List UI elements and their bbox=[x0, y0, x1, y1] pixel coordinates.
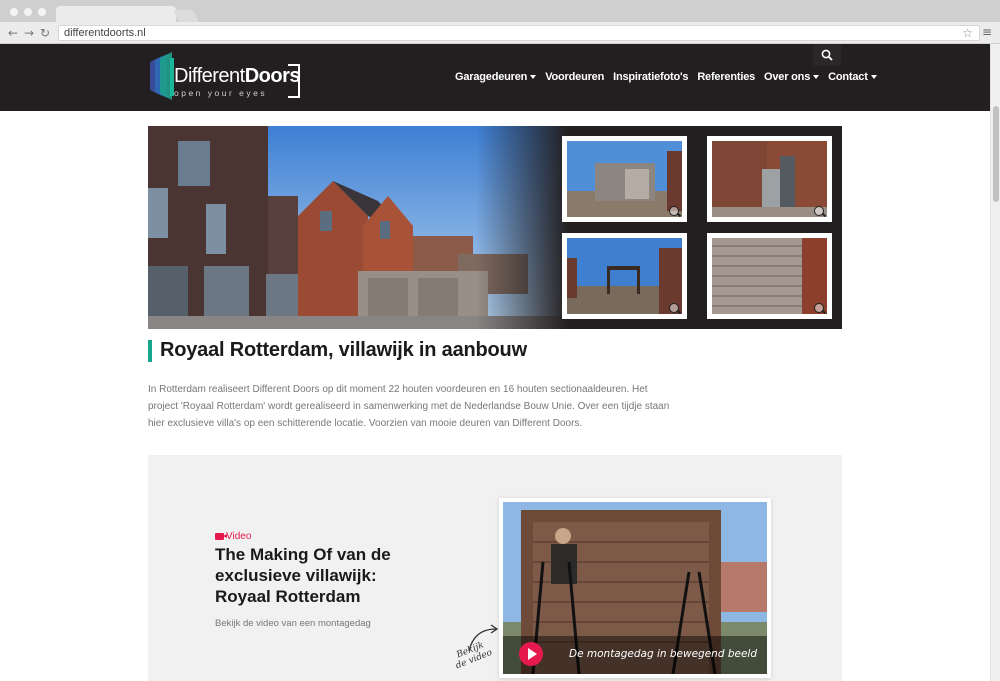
zoom-icon bbox=[814, 206, 824, 216]
nav-item-over-ons[interactable]: Over ons bbox=[764, 71, 820, 83]
nav-item-garagedeuren[interactable]: Garagedeuren bbox=[455, 71, 537, 83]
search-icon[interactable] bbox=[813, 44, 841, 66]
thumbnail-image bbox=[567, 238, 682, 314]
hero-photo bbox=[148, 126, 568, 329]
chevron-down-icon bbox=[530, 75, 537, 80]
chevron-down-icon bbox=[813, 75, 820, 80]
scrollbar-thumb[interactable] bbox=[993, 106, 999, 202]
page-title: Royaal Rotterdam, villawijk in aanbouw bbox=[160, 339, 527, 361]
address-bar[interactable]: differentdoorts.nl ☆ bbox=[58, 25, 980, 41]
video-title: The Making Of van de exclusieve villawij… bbox=[215, 545, 391, 606]
thumbnail-garage-front[interactable] bbox=[562, 136, 687, 222]
bookmark-star-icon[interactable]: ☆ bbox=[962, 26, 973, 40]
zoom-icon bbox=[669, 206, 679, 216]
browser-menu-icon[interactable]: ≡ bbox=[982, 25, 992, 39]
nav-item-referenties[interactable]: Referenties bbox=[697, 71, 755, 83]
logo-wordmark: DifferentDoors bbox=[174, 65, 301, 87]
window-minimize-dot[interactable] bbox=[24, 8, 32, 16]
nav-item-voordeuren[interactable]: Voordeuren bbox=[545, 71, 604, 83]
site-logo[interactable]: DifferentDoors open your eyes bbox=[148, 52, 308, 102]
intro-paragraph: In Rotterdam realiseert Different Doors … bbox=[148, 384, 670, 429]
main-nav: Garagedeuren Voordeuren Inspiratiefoto's… bbox=[455, 71, 886, 83]
thumbnail-image bbox=[712, 141, 827, 217]
thumbnail-image bbox=[712, 238, 827, 314]
forward-icon[interactable]: → bbox=[24, 26, 34, 40]
site-header: DifferentDoors open your eyes Garagedeur… bbox=[0, 44, 990, 111]
page-scrollbar[interactable] bbox=[990, 44, 1000, 681]
thumbnail-wood-cladding[interactable] bbox=[707, 233, 832, 319]
thumbnail-door-entrance[interactable] bbox=[707, 136, 832, 222]
logo-bracket bbox=[288, 64, 300, 98]
browser-tab[interactable] bbox=[56, 6, 176, 22]
thumbnail-image bbox=[567, 141, 682, 217]
video-caption: De montagedag in bewegend beeld bbox=[569, 648, 758, 660]
nav-item-inspiratiefotos[interactable]: Inspiratiefoto's bbox=[613, 71, 688, 83]
video-camera-icon bbox=[215, 532, 227, 540]
browser-toolbar: ← → ↻ differentdoorts.nl ☆ ≡ bbox=[0, 22, 1000, 44]
hero-banner bbox=[148, 126, 842, 329]
window-maximize-dot[interactable] bbox=[38, 8, 46, 16]
video-section: Video The Making Of van de exclusieve vi… bbox=[148, 455, 842, 681]
reload-icon[interactable]: ↻ bbox=[40, 26, 50, 40]
thumbnail-frame-construction[interactable] bbox=[562, 233, 687, 319]
chevron-down-icon bbox=[870, 75, 877, 80]
page-viewport: DifferentDoors open your eyes Garagedeur… bbox=[0, 44, 990, 681]
video-player[interactable]: De montagedag in bewegend beeld bbox=[499, 498, 771, 678]
zoom-icon bbox=[669, 303, 679, 313]
video-label: Video bbox=[215, 531, 251, 542]
logo-tagline: open your eyes bbox=[174, 88, 268, 98]
play-button[interactable] bbox=[519, 642, 543, 666]
new-tab-button[interactable] bbox=[173, 10, 199, 22]
url-text: differentdoorts.nl bbox=[64, 27, 146, 39]
back-icon[interactable]: ← bbox=[8, 26, 18, 40]
nav-item-contact[interactable]: Contact bbox=[828, 71, 877, 83]
browser-tab-bar bbox=[0, 0, 1000, 22]
window-close-dot[interactable] bbox=[10, 8, 18, 16]
video-subtitle: Bekijk de video van een montagedag bbox=[215, 618, 371, 629]
handwritten-note: Bekijk de video bbox=[451, 639, 493, 671]
zoom-icon bbox=[814, 303, 824, 313]
title-accent-bar bbox=[148, 340, 152, 362]
